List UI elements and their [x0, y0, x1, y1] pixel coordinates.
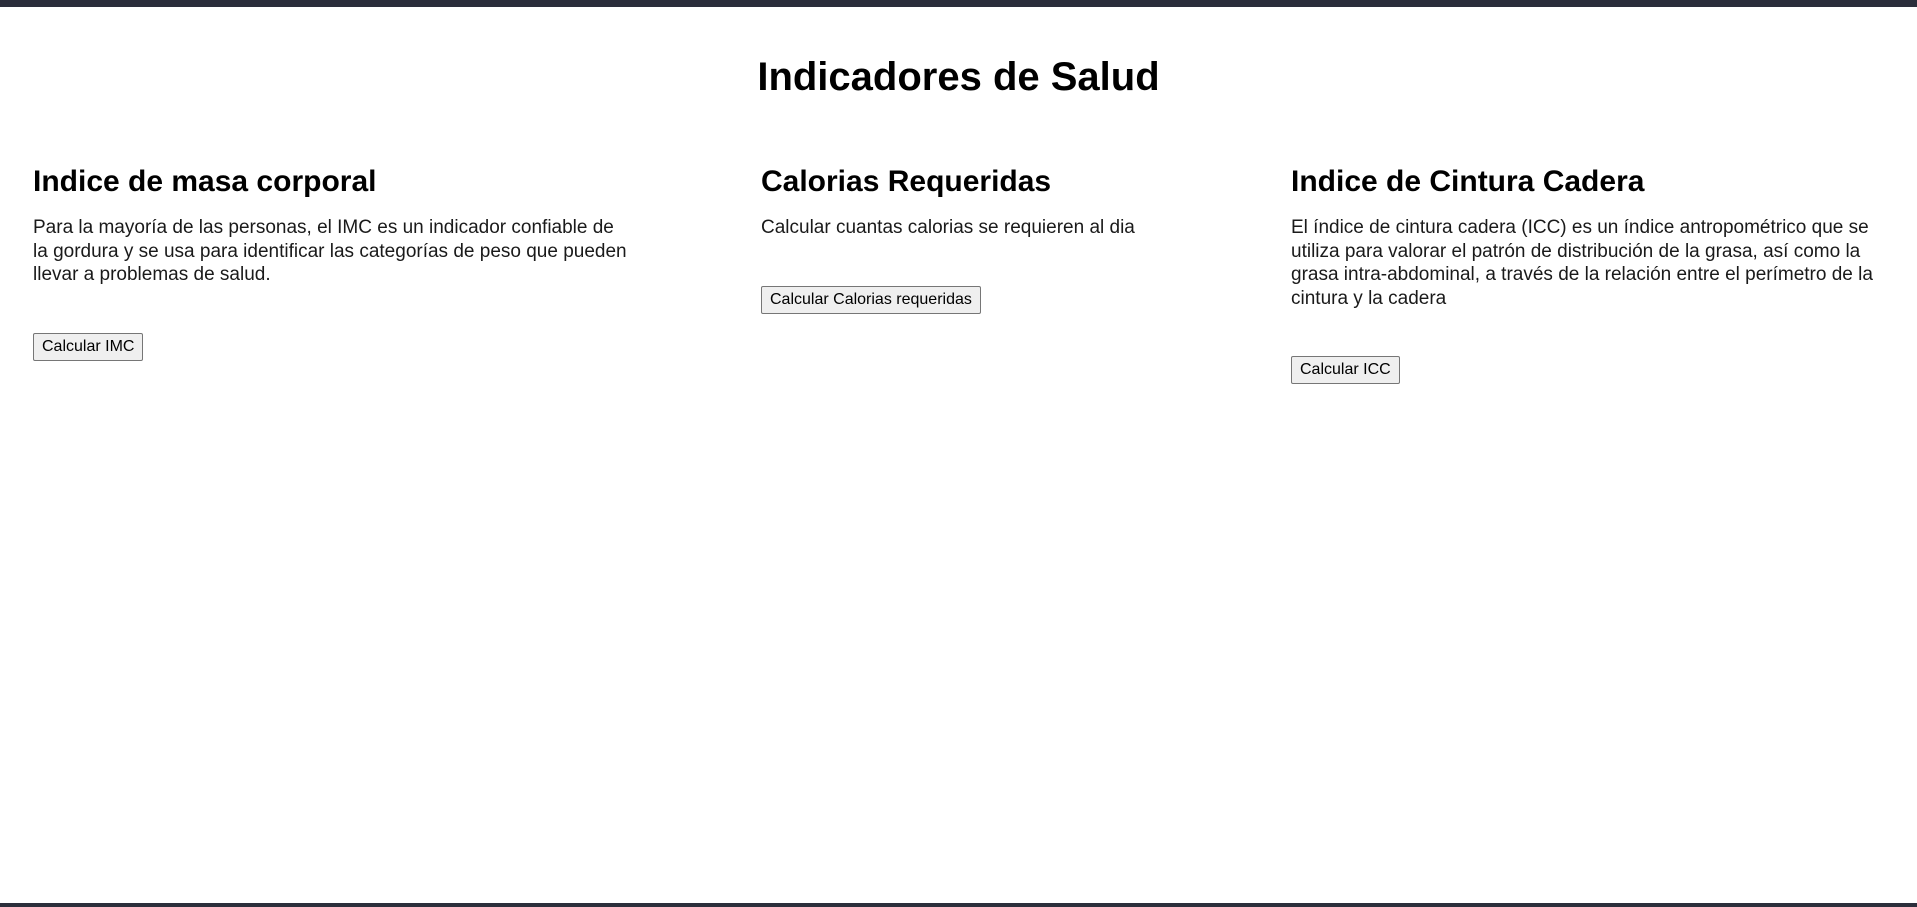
window-bottom-border: [0, 903, 1917, 907]
imc-card-title: Indice de masa corporal: [33, 165, 377, 198]
imc-card-description: Para la mayoría de las personas, el IMC …: [33, 217, 627, 285]
calorias-card-title: Calorias Requeridas: [761, 165, 1052, 198]
calorias-card: Calorias Requeridas Calcular cuantas cal…: [761, 160, 1261, 314]
calcular-calorias-button[interactable]: Calcular Calorias requeridas: [761, 285, 981, 314]
icc-card: Indice de Cintura Cadera El índice de ci…: [1291, 160, 1891, 384]
icc-card-title: Indice de Cintura Cadera: [1291, 165, 1645, 198]
icc-card-description: El índice de cintura cadera (ICC) es un …: [1291, 217, 1873, 309]
calcular-imc-button[interactable]: Calcular IMC: [33, 332, 144, 361]
imc-card: Indice de masa corporal Para la mayoría …: [33, 160, 633, 361]
window-top-border: [0, 0, 1917, 7]
page-title: Indicadores de Salud: [757, 55, 1160, 99]
calorias-card-description: Calcular cuantas calorias se requieren a…: [761, 217, 1135, 238]
calcular-icc-button[interactable]: Calcular ICC: [1291, 356, 1400, 384]
